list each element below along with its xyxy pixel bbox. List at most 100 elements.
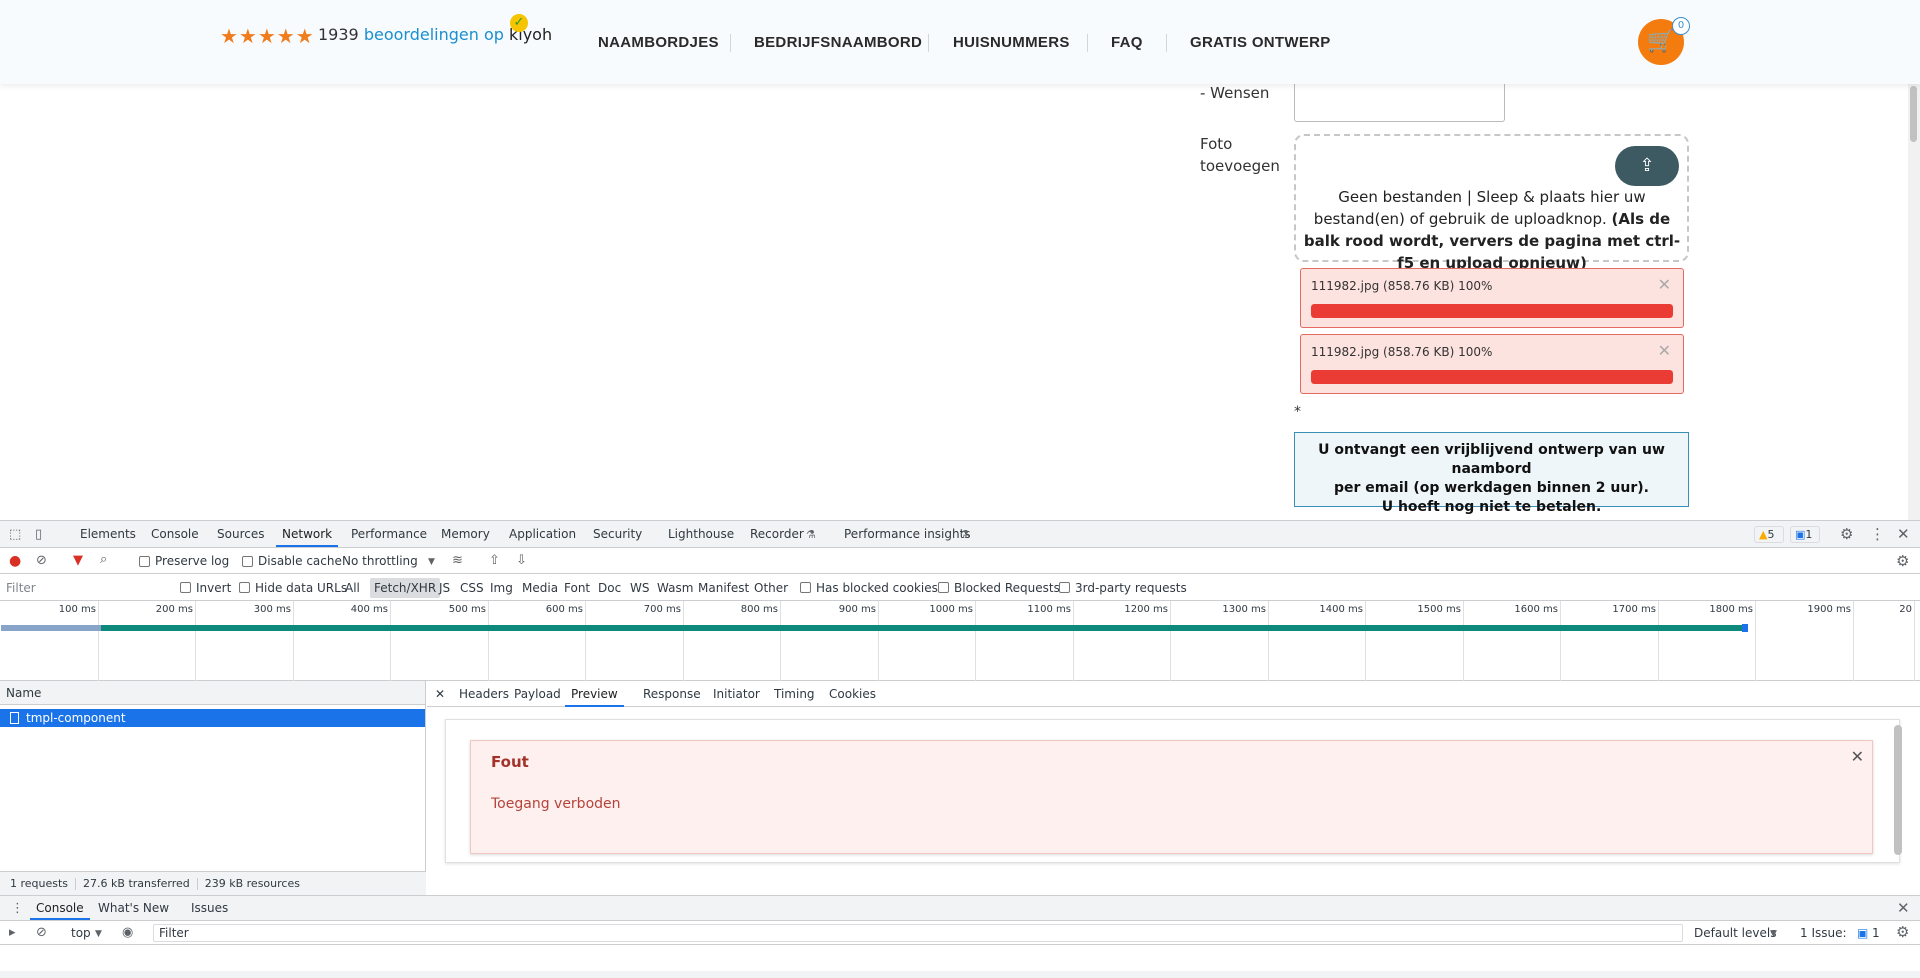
foto-label-line1: Foto [1200, 135, 1233, 153]
third-party-label: 3rd-party requests [1075, 581, 1187, 595]
tab-console[interactable]: Console [145, 521, 205, 547]
close-alert-icon[interactable]: ✕ [1851, 747, 1864, 766]
tab-lighthouse[interactable]: Lighthouse [662, 521, 740, 547]
console-settings-icon[interactable]: ⚙ [1896, 924, 1909, 940]
nav-faq[interactable]: FAQ [1111, 34, 1143, 51]
preserve-log-checkbox[interactable] [139, 556, 150, 567]
tab-response[interactable]: Response [637, 681, 707, 707]
live-expression-eye-icon[interactable]: ◉ [122, 925, 133, 941]
third-party-checkbox[interactable] [1059, 582, 1070, 593]
type-filter-media[interactable]: Media [522, 581, 558, 595]
context-select[interactable]: top [71, 926, 91, 940]
nav-gratis-ontwerp[interactable]: GRATIS ONTWERP [1190, 34, 1331, 51]
foto-label-line2: toevoegen [1200, 157, 1280, 175]
tab-security[interactable]: Security [587, 521, 648, 547]
type-filter-doc[interactable]: Doc [598, 581, 621, 595]
console-filter-input[interactable]: Filter [153, 924, 1683, 942]
network-timeline-overview[interactable]: 100 ms 200 ms 300 ms 400 ms 500 ms 600 ms 700 … [0, 601, 1920, 681]
tab-recorder[interactable]: Recorder [744, 521, 810, 547]
network-conditions-icon[interactable]: ≋ [452, 553, 463, 569]
tab-elements[interactable]: Elements [74, 521, 142, 547]
log-levels-select[interactable]: Default levels [1694, 926, 1776, 940]
remove-file-icon[interactable]: ✕ [1658, 341, 1671, 360]
message-icon: ▣ [1795, 528, 1806, 541]
response-preview: Fout Toegang verboden ✕ [445, 719, 1900, 863]
drawer-tab-issues[interactable]: Issues [185, 896, 234, 920]
chevron-down-icon: ▼ [95, 929, 102, 939]
filter-input[interactable]: Filter [6, 581, 36, 595]
drawer-tabbar: ⋮ Console What's New Issues ✕ [0, 895, 1920, 921]
nav-huisnummers[interactable]: HUISNUMMERS [953, 34, 1070, 51]
disable-cache-checkbox[interactable] [242, 556, 253, 567]
record-icon[interactable]: ● [9, 553, 21, 569]
blocked-requests-checkbox[interactable] [938, 582, 949, 593]
type-filter-font[interactable]: Font [564, 581, 590, 595]
preview-scrollbar[interactable] [1894, 725, 1902, 855]
reviews-link[interactable]: beoordelingen op [364, 25, 504, 44]
tab-performance-insights[interactable]: Performance insights [838, 521, 977, 547]
inspect-element-icon[interactable]: ⬚ [9, 527, 21, 543]
type-filter-other[interactable]: Other [754, 581, 788, 595]
console-sidebar-icon[interactable]: ▸ [9, 925, 16, 941]
filter-icon[interactable]: ▼ [73, 553, 83, 569]
type-filter-manifest[interactable]: Manifest [698, 581, 749, 595]
clear-icon[interactable]: ⊘ [36, 553, 47, 569]
has-blocked-cookies-checkbox[interactable] [800, 582, 811, 593]
page-scrollbar[interactable] [1908, 84, 1920, 520]
wensen-label: - Wensen [1200, 84, 1270, 102]
nav-separator [1087, 34, 1088, 52]
request-list: Name tmpl-component 1 requests 27.6 kB tr… [0, 681, 426, 895]
more-options-icon[interactable]: ⋮ [1870, 526, 1885, 542]
tab-sources[interactable]: Sources [211, 521, 270, 547]
upload-button[interactable]: ⇪ [1615, 146, 1679, 186]
hide-data-urls-checkbox[interactable] [239, 582, 250, 593]
close-devtools-icon[interactable]: ✕ [1897, 526, 1910, 542]
invert-checkbox[interactable] [180, 582, 191, 593]
drawer-menu-icon[interactable]: ⋮ [11, 901, 24, 917]
tab-timing[interactable]: Timing [768, 681, 821, 707]
tab-network[interactable]: Network [276, 521, 339, 547]
import-har-icon[interactable]: ⇧ [489, 553, 500, 569]
device-toolbar-icon[interactable]: ▯ [35, 527, 42, 543]
timeline-tick-label: 1200 ms [1124, 604, 1168, 615]
network-settings-icon[interactable]: ⚙ [1896, 553, 1909, 569]
type-filter-css[interactable]: CSS [460, 581, 484, 595]
tab-memory[interactable]: Memory [435, 521, 496, 547]
warnings-badge[interactable]: ▲5 [1754, 526, 1784, 543]
type-filter-fetch-xhr[interactable]: Fetch/XHR [370, 578, 441, 598]
tab-payload[interactable]: Payload [508, 681, 567, 707]
type-filter-wasm[interactable]: Wasm [657, 581, 693, 595]
devtools-panel: ⬚ ▯ Elements Console Sources Network Per… [0, 520, 1920, 978]
type-filter-img[interactable]: Img [490, 581, 513, 595]
page-scrollbar-thumb[interactable] [1910, 86, 1917, 142]
type-filter-js[interactable]: JS [439, 581, 450, 595]
tab-initiator[interactable]: Initiator [707, 681, 766, 707]
tab-performance[interactable]: Performance [345, 521, 433, 547]
throttling-select[interactable]: No throttling [342, 554, 418, 568]
close-drawer-icon[interactable]: ✕ [1897, 900, 1910, 916]
request-list-header[interactable]: Name [0, 681, 425, 705]
timeline-tick-label: 200 ms [155, 604, 193, 615]
remove-file-icon[interactable]: ✕ [1658, 275, 1671, 294]
type-filter-all[interactable]: All [345, 581, 360, 595]
timeline-tick-label: 1800 ms [1709, 604, 1753, 615]
clear-console-icon[interactable]: ⊘ [36, 925, 47, 941]
export-har-icon[interactable]: ⇩ [516, 553, 527, 569]
nav-naambordjes[interactable]: NAAMBORDJES [598, 34, 719, 51]
tab-cookies[interactable]: Cookies [823, 681, 882, 707]
tab-headers[interactable]: Headers [453, 681, 515, 707]
tab-application[interactable]: Application [503, 521, 582, 547]
settings-gear-icon[interactable]: ⚙ [1840, 526, 1853, 542]
type-filter-ws[interactable]: WS [630, 581, 649, 595]
messages-badge[interactable]: ▣1 [1790, 526, 1820, 543]
tab-preview[interactable]: Preview [565, 681, 624, 707]
search-icon[interactable]: ⌕ [100, 552, 107, 568]
close-detail-icon[interactable]: ✕ [429, 681, 451, 707]
drawer-tab-console[interactable]: Console [30, 896, 90, 920]
timeline-tick: 1700 ms [1612, 601, 1659, 681]
rating-stars: ★★★★★ [220, 24, 315, 48]
nav-bedrijfsnaambord[interactable]: BEDRIJFSNAAMBORD [754, 34, 922, 51]
request-row[interactable]: tmpl-component [0, 709, 425, 727]
drawer-tab-whats-new[interactable]: What's New [92, 896, 175, 920]
issues-counter-label[interactable]: 1 Issue: [1800, 926, 1847, 940]
